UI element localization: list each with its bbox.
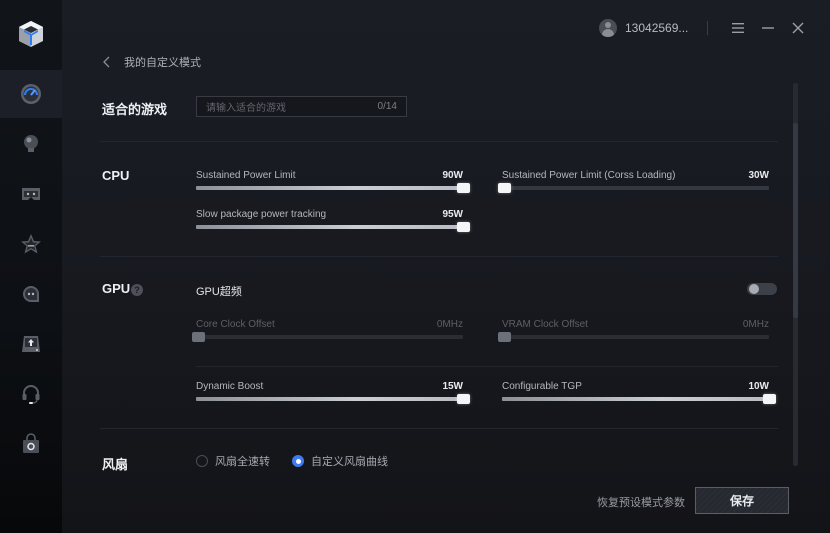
settings-content: 适合的游戏 请输入适合的游戏 0/14 CPU Sustained Power …	[100, 80, 778, 472]
games-section-title: 适合的游戏	[102, 102, 168, 117]
minimize-icon	[762, 27, 774, 29]
slider-thumb[interactable]	[457, 394, 470, 404]
gamepad-icon	[22, 188, 40, 200]
chevron-left-icon[interactable]	[102, 56, 112, 68]
sidebar-item-update[interactable]	[0, 320, 62, 368]
slider-value: 10W	[748, 381, 769, 392]
radio-custom-fan-curve[interactable]: 自定义风扇曲线	[292, 453, 388, 469]
gpu-overclock-label: GPU超频	[196, 286, 242, 298]
slider-label: Slow package power tracking	[196, 209, 327, 220]
slider-label: Core Clock Offset	[196, 319, 275, 330]
toggle-knob	[749, 284, 759, 294]
slider-thumb	[192, 332, 205, 342]
slider-track[interactable]	[196, 222, 470, 232]
sidebar-item-favorites[interactable]	[0, 220, 62, 268]
slider-label: Dynamic Boost	[196, 381, 264, 392]
section-divider	[100, 256, 778, 257]
slider-slow-package-power-tracking[interactable]: Slow package power tracking 95W	[196, 209, 470, 239]
user-avatar-icon[interactable]	[599, 19, 617, 37]
char-counter: 0/14	[377, 101, 397, 112]
close-icon	[792, 22, 804, 34]
gpu-overclock-toggle[interactable]	[747, 283, 777, 295]
slider-value: 30W	[748, 170, 769, 181]
title-bar: 13042569...	[599, 14, 830, 42]
slider-thumb[interactable]	[763, 394, 776, 404]
upload-tray-icon	[22, 336, 40, 352]
slider-thumb[interactable]	[457, 183, 470, 193]
slider-value: 0MHz	[436, 319, 463, 330]
radio-fan-full-speed[interactable]: 风扇全速转	[196, 453, 270, 469]
sidebar	[0, 0, 62, 533]
slider-track[interactable]	[498, 183, 769, 193]
slider-value: 15W	[442, 381, 463, 392]
fan-section-title: 风扇	[102, 457, 129, 472]
breadcrumb: 我的自定义模式	[102, 54, 201, 70]
slider-sustained-power-limit-cross-loading[interactable]: Sustained Power Limit (Corss Loading) 30…	[498, 170, 776, 200]
slider-track	[192, 332, 463, 342]
question-circle-icon[interactable]: ?	[131, 284, 143, 296]
sidebar-item-games[interactable]	[0, 170, 62, 218]
cpu-section-title: CPU	[102, 168, 130, 183]
hamburger-icon	[732, 23, 744, 33]
game-input-placeholder: 请输入适合的游戏	[206, 103, 286, 114]
close-button[interactable]	[784, 14, 812, 42]
slider-configurable-tgp[interactable]: Configurable TGP 10W	[502, 381, 776, 411]
scrollbar-thumb[interactable]	[793, 123, 798, 318]
slider-thumb[interactable]	[457, 222, 470, 232]
slider-value: 0MHz	[742, 319, 769, 330]
sidebar-item-lighting[interactable]	[0, 120, 62, 168]
minimize-button[interactable]	[754, 14, 782, 42]
slider-fill	[196, 397, 463, 401]
section-divider	[100, 428, 778, 429]
chat-bubble-icon	[23, 286, 39, 302]
slider-label: Configurable TGP	[502, 381, 582, 392]
slider-dynamic-boost[interactable]: Dynamic Boost 15W	[196, 381, 470, 411]
radio-label: 自定义风扇曲线	[311, 456, 388, 468]
menu-button[interactable]	[724, 14, 752, 42]
username[interactable]: 13042569...	[625, 21, 707, 35]
slider-label: VRAM Clock Offset	[502, 319, 588, 330]
slider-value: 90W	[442, 170, 463, 181]
radio-circle[interactable]	[292, 455, 304, 467]
slider-fill	[196, 225, 463, 229]
slider-fill	[502, 397, 769, 401]
section-divider	[100, 141, 778, 142]
reset-defaults-link[interactable]: 恢复预设模式参数	[597, 494, 685, 510]
slider-track	[498, 332, 769, 342]
save-button[interactable]: 保存	[695, 487, 789, 514]
headset-icon	[22, 385, 40, 404]
sidebar-item-messages[interactable]	[0, 270, 62, 318]
slider-core-clock-offset: Core Clock Offset 0MHz	[192, 319, 470, 349]
slider-sustained-power-limit[interactable]: Sustained Power Limit 90W	[196, 170, 470, 200]
slider-track[interactable]	[196, 183, 470, 193]
speedometer-icon	[21, 84, 41, 104]
slider-thumb	[498, 332, 511, 342]
radio-circle[interactable]	[196, 455, 208, 467]
subsection-divider	[196, 366, 778, 367]
slider-value: 95W	[442, 209, 463, 220]
title-bar-separator	[707, 21, 708, 35]
cube-logo-icon	[19, 21, 43, 47]
star-icon	[21, 234, 41, 254]
main-panel: 13042569... 我的自定义模式 适合的游戏 请输入适合的游戏 0/14 …	[62, 0, 830, 533]
gpu-section-title: GPU	[102, 281, 131, 296]
slider-fill	[196, 186, 463, 190]
slider-label: Sustained Power Limit (Corss Loading)	[502, 170, 676, 181]
slider-track[interactable]	[502, 394, 776, 404]
slider-track[interactable]	[196, 394, 470, 404]
page-title: 我的自定义模式	[124, 57, 201, 69]
sidebar-item-support[interactable]	[0, 370, 62, 418]
sidebar-item-store[interactable]	[0, 420, 62, 468]
slider-thumb[interactable]	[498, 183, 511, 193]
shopping-bag-icon	[23, 433, 39, 453]
slider-label: Sustained Power Limit	[196, 170, 296, 181]
radio-label: 风扇全速转	[215, 456, 270, 468]
game-input[interactable]: 请输入适合的游戏 0/14	[196, 96, 407, 117]
sidebar-item-performance[interactable]	[0, 70, 62, 118]
lightbulb-icon	[24, 135, 38, 152]
slider-vram-clock-offset: VRAM Clock Offset 0MHz	[498, 319, 776, 349]
scrollbar-track[interactable]	[793, 83, 798, 466]
